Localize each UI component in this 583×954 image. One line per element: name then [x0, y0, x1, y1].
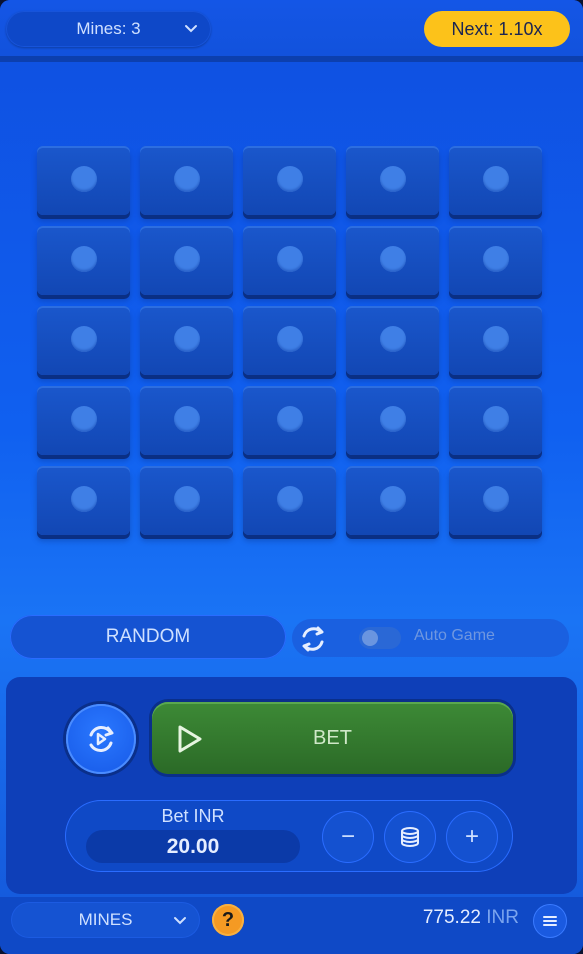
game-select[interactable]: MINES [11, 902, 200, 938]
tile-dot-icon [276, 326, 303, 353]
mine-tile[interactable] [449, 386, 542, 455]
mine-tile[interactable] [243, 146, 336, 215]
increase-bet-button[interactable]: + [446, 811, 498, 863]
tile-dot-icon [70, 246, 97, 273]
mine-tile[interactable] [346, 226, 439, 295]
next-multiplier-badge: Next: 1.10x [424, 11, 570, 47]
mine-tile[interactable] [243, 226, 336, 295]
auto-game-label: Auto Game [414, 627, 495, 644]
bet-presets-button[interactable] [384, 811, 436, 863]
mine-tile[interactable] [140, 146, 233, 215]
mine-tile[interactable] [243, 306, 336, 375]
next-multiplier-label: Next: 1.10x [451, 18, 543, 39]
toggle-knob [362, 630, 378, 646]
mine-tile[interactable] [243, 466, 336, 535]
tile-dot-icon [482, 326, 509, 353]
mine-tile[interactable] [346, 306, 439, 375]
random-button[interactable]: RANDOM [10, 615, 286, 659]
question-icon: ? [221, 908, 235, 931]
mine-tile[interactable] [346, 146, 439, 215]
game-select-label: MINES [78, 910, 133, 929]
tile-dot-icon [276, 486, 303, 513]
mine-tile[interactable] [346, 386, 439, 455]
mine-tile[interactable] [449, 146, 542, 215]
decrease-bet-button[interactable]: − [322, 811, 374, 863]
hamburger-menu-icon [543, 916, 557, 926]
top-bar-divider [0, 56, 583, 62]
bet-button[interactable]: BET [152, 702, 513, 774]
menu-button[interactable] [533, 904, 567, 938]
mine-tile[interactable] [140, 386, 233, 455]
mine-tile[interactable] [37, 466, 130, 535]
bet-button-label: BET [313, 726, 352, 749]
tile-dot-icon [482, 246, 509, 273]
mine-tile[interactable] [449, 466, 542, 535]
mines-count-select[interactable]: Mines: 3 [6, 11, 211, 47]
chevron-down-icon [174, 917, 186, 925]
tile-dot-icon [379, 406, 406, 433]
replay-button[interactable] [66, 704, 136, 774]
refresh-icon[interactable] [295, 621, 331, 657]
tile-dot-icon [70, 486, 97, 513]
tile-dot-icon [173, 166, 200, 193]
balance-display: 775.22 INR [423, 907, 519, 929]
tile-dot-icon [379, 166, 406, 193]
help-button[interactable]: ? [212, 904, 244, 936]
replay-icon [89, 726, 114, 752]
minus-icon: − [340, 823, 355, 850]
balance-value: 775.22 [422, 907, 481, 928]
balance-currency: INR [486, 907, 519, 928]
auto-game-toggle[interactable] [359, 627, 401, 649]
tile-dot-icon [173, 486, 200, 513]
bet-amount-input[interactable]: 20.00 [86, 830, 300, 863]
tile-dot-icon [482, 406, 509, 433]
mine-tile[interactable] [37, 306, 130, 375]
mine-tile[interactable] [140, 306, 233, 375]
tile-dot-icon [276, 246, 303, 273]
tile-dot-icon [70, 166, 97, 193]
tile-dot-icon [173, 326, 200, 353]
mine-tile[interactable] [449, 306, 542, 375]
tile-dot-icon [173, 246, 200, 273]
mine-tile[interactable] [449, 226, 542, 295]
mine-tile[interactable] [243, 386, 336, 455]
mine-tile[interactable] [140, 226, 233, 295]
mine-tile[interactable] [37, 226, 130, 295]
mines-grid [37, 146, 542, 535]
tile-dot-icon [276, 406, 303, 433]
tile-dot-icon [379, 486, 406, 513]
mines-count-label: Mines: 3 [76, 19, 141, 38]
chevron-down-icon [185, 25, 197, 33]
plus-icon: + [464, 823, 479, 850]
play-icon [178, 725, 202, 753]
tile-dot-icon [276, 166, 303, 193]
mine-tile[interactable] [346, 466, 439, 535]
tile-dot-icon [379, 246, 406, 273]
tile-dot-icon [70, 326, 97, 353]
tile-dot-icon [173, 406, 200, 433]
tile-dot-icon [379, 326, 406, 353]
bet-amount-label: Bet INR [161, 806, 225, 826]
tile-dot-icon [482, 166, 509, 193]
tile-dot-icon [70, 406, 97, 433]
bet-amount-value: 20.00 [166, 834, 220, 858]
mine-tile[interactable] [37, 386, 130, 455]
mine-tile[interactable] [37, 146, 130, 215]
mine-tile[interactable] [140, 466, 233, 535]
tile-dot-icon [482, 486, 509, 513]
coins-stack-icon [401, 827, 419, 847]
mines-game-app: Mines: 3 Next: 1.10x RANDOM Auto Game BE… [0, 0, 583, 954]
random-button-label: RANDOM [105, 626, 191, 647]
